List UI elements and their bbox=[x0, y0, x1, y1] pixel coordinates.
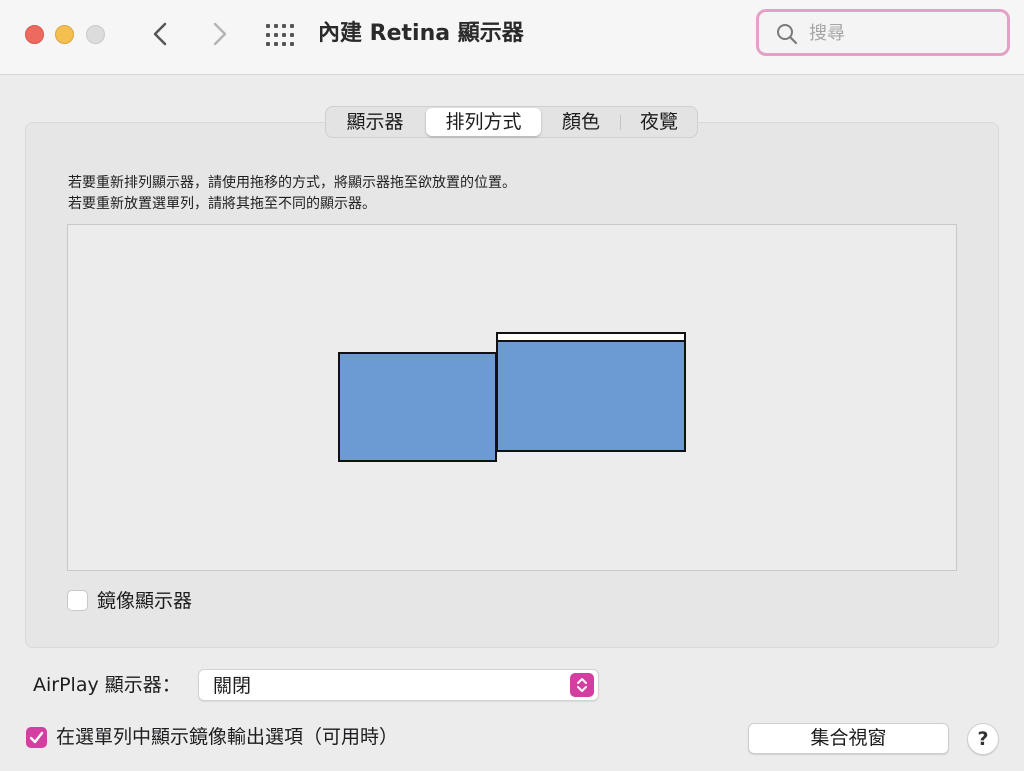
display-thumbnail-builtin[interactable] bbox=[496, 332, 686, 452]
tab-color[interactable]: 顏色 bbox=[543, 107, 619, 137]
show-mirroring-checkbox[interactable] bbox=[26, 727, 47, 748]
help-button[interactable]: ? bbox=[967, 723, 999, 755]
back-button[interactable] bbox=[146, 18, 176, 50]
search-field[interactable]: 搜尋 bbox=[756, 9, 1010, 56]
tab-display[interactable]: 顯示器 bbox=[326, 107, 424, 137]
checkmark-icon bbox=[29, 731, 44, 744]
minimize-window-button[interactable] bbox=[55, 25, 74, 44]
menu-bar-indicator[interactable] bbox=[498, 334, 684, 342]
show-all-button[interactable] bbox=[264, 22, 296, 48]
tab-bar: 顯示器 排列方式 顏色 夜覽 bbox=[325, 106, 698, 138]
search-icon bbox=[777, 24, 798, 45]
grid-icon bbox=[266, 24, 294, 46]
gather-windows-button[interactable]: 集合視窗 bbox=[748, 723, 949, 754]
tab-arrangement[interactable]: 排列方式 bbox=[426, 108, 541, 136]
arrange-instruction: 若要重新排列顯示器，請使用拖移的方式，將顯示器拖至欲放置的位置。 bbox=[68, 175, 516, 191]
airplay-label: AirPlay 顯示器： bbox=[33, 674, 181, 696]
window-title: 內建 Retina 顯示器 bbox=[318, 21, 524, 46]
mirror-displays-label: 鏡像顯示器 bbox=[97, 590, 193, 612]
menubar-instruction: 若要重新放置選單列，請將其拖至不同的顯示器。 bbox=[68, 196, 376, 212]
chevron-left-icon bbox=[153, 22, 167, 46]
show-mirroring-label: 在選單列中顯示鏡像輸出選項（可用時） bbox=[56, 726, 399, 748]
forward-button[interactable] bbox=[204, 18, 234, 50]
airplay-selected-value: 關閉 bbox=[213, 675, 252, 697]
chevron-right-icon bbox=[213, 22, 227, 46]
mirror-displays-checkbox[interactable] bbox=[67, 590, 88, 611]
tab-night-shift[interactable]: 夜覽 bbox=[621, 107, 697, 137]
close-window-button[interactable] bbox=[25, 25, 44, 44]
zoom-window-button[interactable] bbox=[86, 25, 105, 44]
airplay-display-select[interactable]: 關閉 bbox=[198, 669, 599, 701]
display-thumbnail-external[interactable] bbox=[338, 352, 497, 462]
title-bar: 內建 Retina 顯示器 搜尋 bbox=[0, 0, 1024, 75]
updown-chevron-icon bbox=[570, 673, 594, 697]
search-placeholder: 搜尋 bbox=[809, 23, 845, 44]
